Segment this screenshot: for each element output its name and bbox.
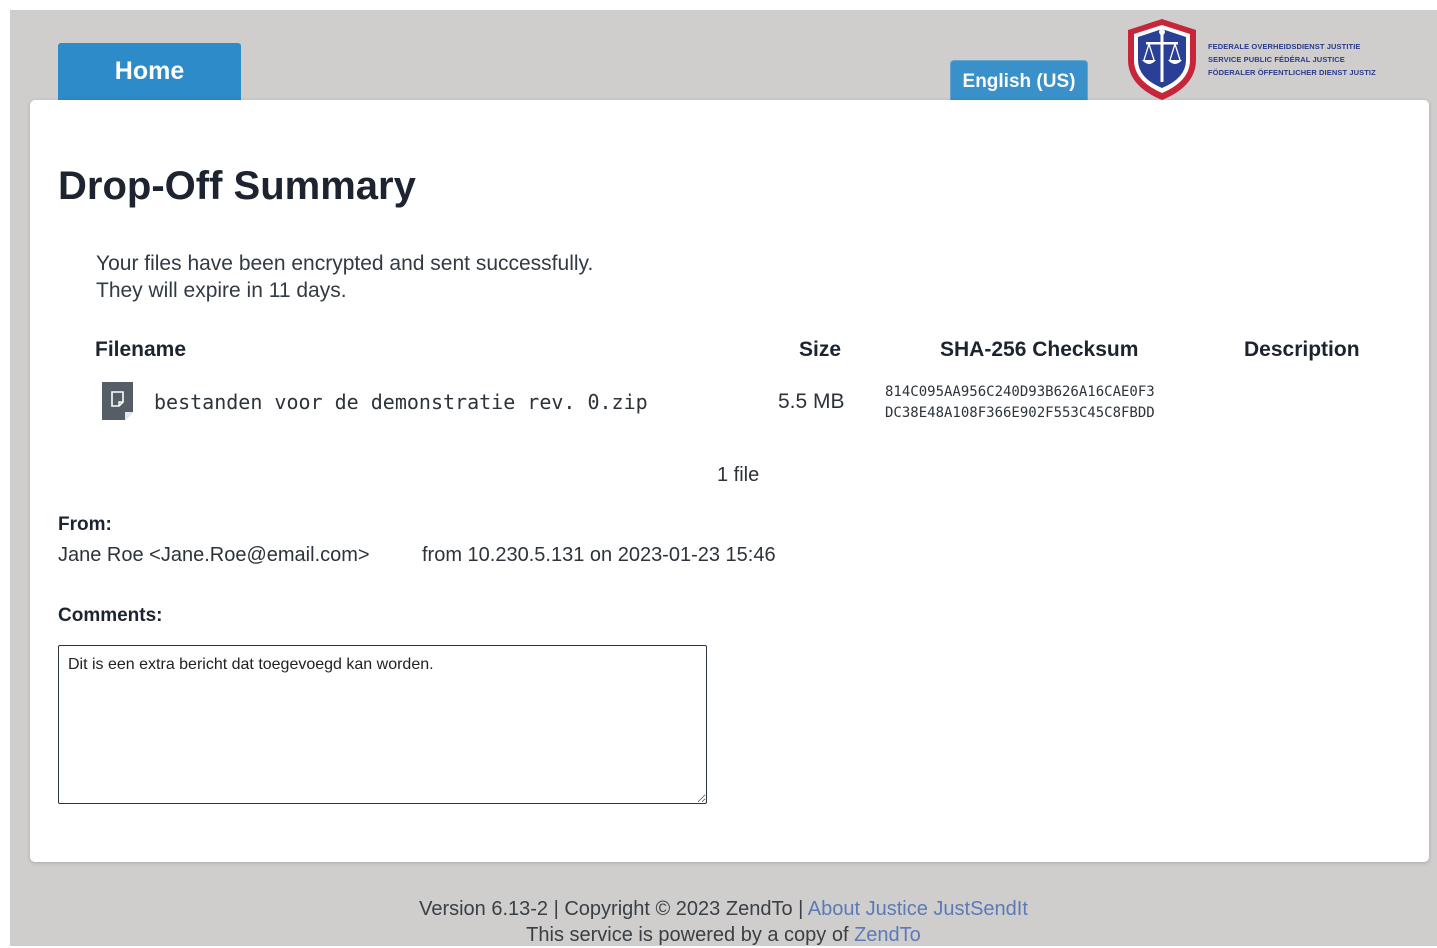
page-title: Drop-Off Summary bbox=[58, 164, 416, 208]
status-message: Your files have been encrypted and sent … bbox=[96, 250, 593, 304]
checksum-line-1: 814C095AA956C240D93B626A16CAE0F3 bbox=[885, 384, 1155, 400]
column-header-description: Description bbox=[1244, 338, 1360, 361]
column-header-size: Size bbox=[799, 338, 842, 361]
logo-text: FEDERALE OVERHEIDSDIENST JUSTITIE SERVIC… bbox=[1208, 40, 1376, 79]
page-background: Home English (US) FEDERALE OVERHEIDSDIEN… bbox=[10, 10, 1437, 946]
logo-line-german: FÖDERALER ÖFFENTLICHER DIENST JUSTIZ bbox=[1208, 67, 1376, 77]
home-tab-label: Home bbox=[114, 56, 185, 85]
file-icon[interactable] bbox=[102, 382, 133, 420]
file-count: 1 file bbox=[717, 464, 760, 486]
from-label: From: bbox=[58, 514, 112, 535]
column-header-checksum: SHA-256 Checksum bbox=[940, 338, 1139, 361]
language-label: English (US) bbox=[962, 71, 1076, 92]
logo-line-french: SERVICE PUBLIC FÉDÉRAL JUSTICE bbox=[1208, 54, 1345, 64]
language-selector[interactable]: English (US) bbox=[950, 60, 1088, 100]
file-size: 5.5 MB bbox=[778, 390, 845, 413]
comments-textarea[interactable]: Dit is een extra bericht dat toegevoegd … bbox=[58, 645, 707, 804]
home-tab[interactable]: Home bbox=[58, 43, 241, 103]
footer-powered-line: This service is powered by a copy of Zen… bbox=[10, 922, 1437, 948]
column-header-filename: Filename bbox=[95, 338, 187, 361]
checksum-line-2: DC38E48A108F366E902F553C45C8FBDD bbox=[885, 405, 1155, 421]
success-message: Your files have been encrypted and sent … bbox=[96, 252, 594, 275]
logo-line-dutch: FEDERALE OVERHEIDSDIENST JUSTITIE bbox=[1208, 41, 1361, 51]
footer-version-line: Version 6.13-2 | Copyright © 2023 ZendTo… bbox=[10, 896, 1437, 922]
sender-origin: from 10.230.5.131 on 2023-01-23 15:46 bbox=[422, 544, 776, 566]
file-checksum: 814C095AA956C240D93B626A16CAE0F3 DC38E48… bbox=[885, 382, 1155, 424]
footer-powered-text: This service is powered by a copy of bbox=[526, 924, 855, 946]
footer-version-text: Version 6.13-2 | Copyright © 2023 ZendTo… bbox=[419, 898, 808, 920]
justice-shield-icon bbox=[1128, 19, 1196, 100]
zendto-link[interactable]: ZendTo bbox=[854, 924, 921, 946]
footer: Version 6.13-2 | Copyright © 2023 ZendTo… bbox=[10, 896, 1437, 948]
summary-card: Drop-Off Summary Your files have been en… bbox=[30, 100, 1429, 862]
comments-label: Comments: bbox=[58, 605, 163, 626]
file-name[interactable]: bestanden voor de demonstratie rev. 0.zi… bbox=[154, 390, 648, 414]
sender-name-email: Jane Roe <Jane.Roe@email.com> bbox=[58, 544, 370, 566]
justice-logo: FEDERALE OVERHEIDSDIENST JUSTITIE SERVIC… bbox=[1122, 14, 1422, 104]
about-link[interactable]: About Justice JustSendIt bbox=[808, 898, 1028, 920]
expiry-message: They will expire in 11 days. bbox=[96, 279, 347, 302]
